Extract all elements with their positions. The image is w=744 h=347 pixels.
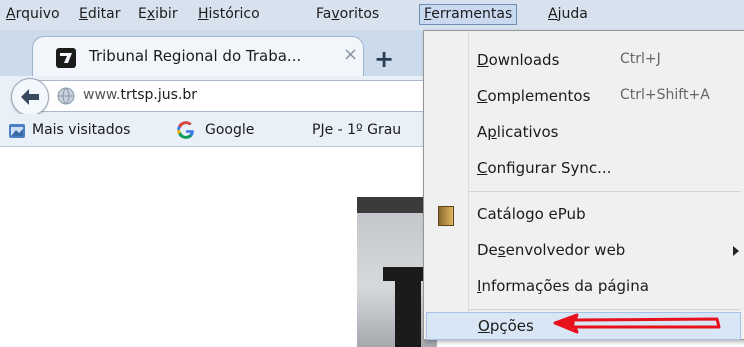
- back-arrow-icon: [21, 89, 39, 105]
- menu-item-desenvolvedor-web[interactable]: Desenvolvedor web: [424, 233, 744, 269]
- submenu-arrow-icon: [733, 246, 739, 256]
- menu-separator-2: [469, 309, 741, 310]
- menu-ferramentas[interactable]: Ferramentas: [419, 4, 518, 25]
- menu-editar[interactable]: Editar: [79, 6, 120, 22]
- tab-close-icon[interactable]: ×: [343, 44, 358, 65]
- menu-arquivo[interactable]: Arquivo: [6, 6, 60, 22]
- menu-item-catalogo-epub[interactable]: Catálogo ePub: [424, 197, 744, 233]
- complementos-shortcut: Ctrl+Shift+A: [620, 87, 710, 103]
- catalogo-epub-label: Catálogo ePub: [477, 205, 586, 223]
- aplicativos-label: Aplicativos: [477, 123, 559, 141]
- bookmark-mais-visitados[interactable]: Mais visitados: [32, 122, 130, 138]
- tab-title: Tribunal Regional do Traba...: [89, 47, 302, 65]
- bookmark-google[interactable]: Google: [205, 122, 254, 138]
- configurar-sync-label: Configurar Sync...: [477, 159, 612, 177]
- tab-trt[interactable]: Tribunal Regional do Traba... ×: [32, 36, 364, 77]
- menu-favoritos[interactable]: Favoritos: [316, 6, 379, 22]
- menu-ajuda[interactable]: Ajuda: [548, 6, 588, 22]
- menu-item-downloads[interactable]: Downloads Ctrl+J: [424, 43, 744, 79]
- menu-separator: [469, 191, 741, 192]
- page-image-letter: [383, 267, 433, 347]
- menu-item-complementos[interactable]: Complementos Ctrl+Shift+A: [424, 79, 744, 115]
- menu-item-aplicativos[interactable]: Aplicativos: [424, 115, 744, 151]
- opcoes-label: Opções: [478, 317, 534, 335]
- epub-book-icon: [438, 206, 454, 226]
- informacoes-pagina-label: Informações da página: [477, 277, 649, 295]
- menu-bar: Arquivo Editar Exibir Histórico Favorito…: [0, 0, 744, 30]
- back-button[interactable]: [11, 78, 49, 116]
- red-annotation-arrow-icon: [553, 313, 721, 334]
- google-icon: [177, 121, 194, 139]
- globe-icon: [57, 87, 75, 105]
- downloads-shortcut: Ctrl+J: [620, 51, 661, 67]
- menu-exibir[interactable]: Exibir: [138, 6, 178, 22]
- menu-item-informacoes-pagina[interactable]: Informações da página: [424, 269, 744, 305]
- new-tab-button[interactable]: +: [374, 45, 394, 73]
- trt-favicon-icon: [56, 48, 76, 68]
- tools-menu: Downloads Ctrl+J Complementos Ctrl+Shift…: [423, 30, 744, 340]
- bookmark-pje[interactable]: PJe - 1º Grau: [312, 122, 401, 138]
- downloads-label: Downloads: [477, 51, 560, 69]
- desenvolvedor-web-label: Desenvolvedor web: [477, 241, 626, 259]
- most-visited-icon: [9, 124, 25, 138]
- menu-historico[interactable]: Histórico: [198, 6, 260, 22]
- menu-item-configurar-sync[interactable]: Configurar Sync...: [424, 151, 744, 187]
- complementos-label: Complementos: [477, 87, 591, 105]
- url-text: www.trtsp.jus.br: [83, 87, 198, 103]
